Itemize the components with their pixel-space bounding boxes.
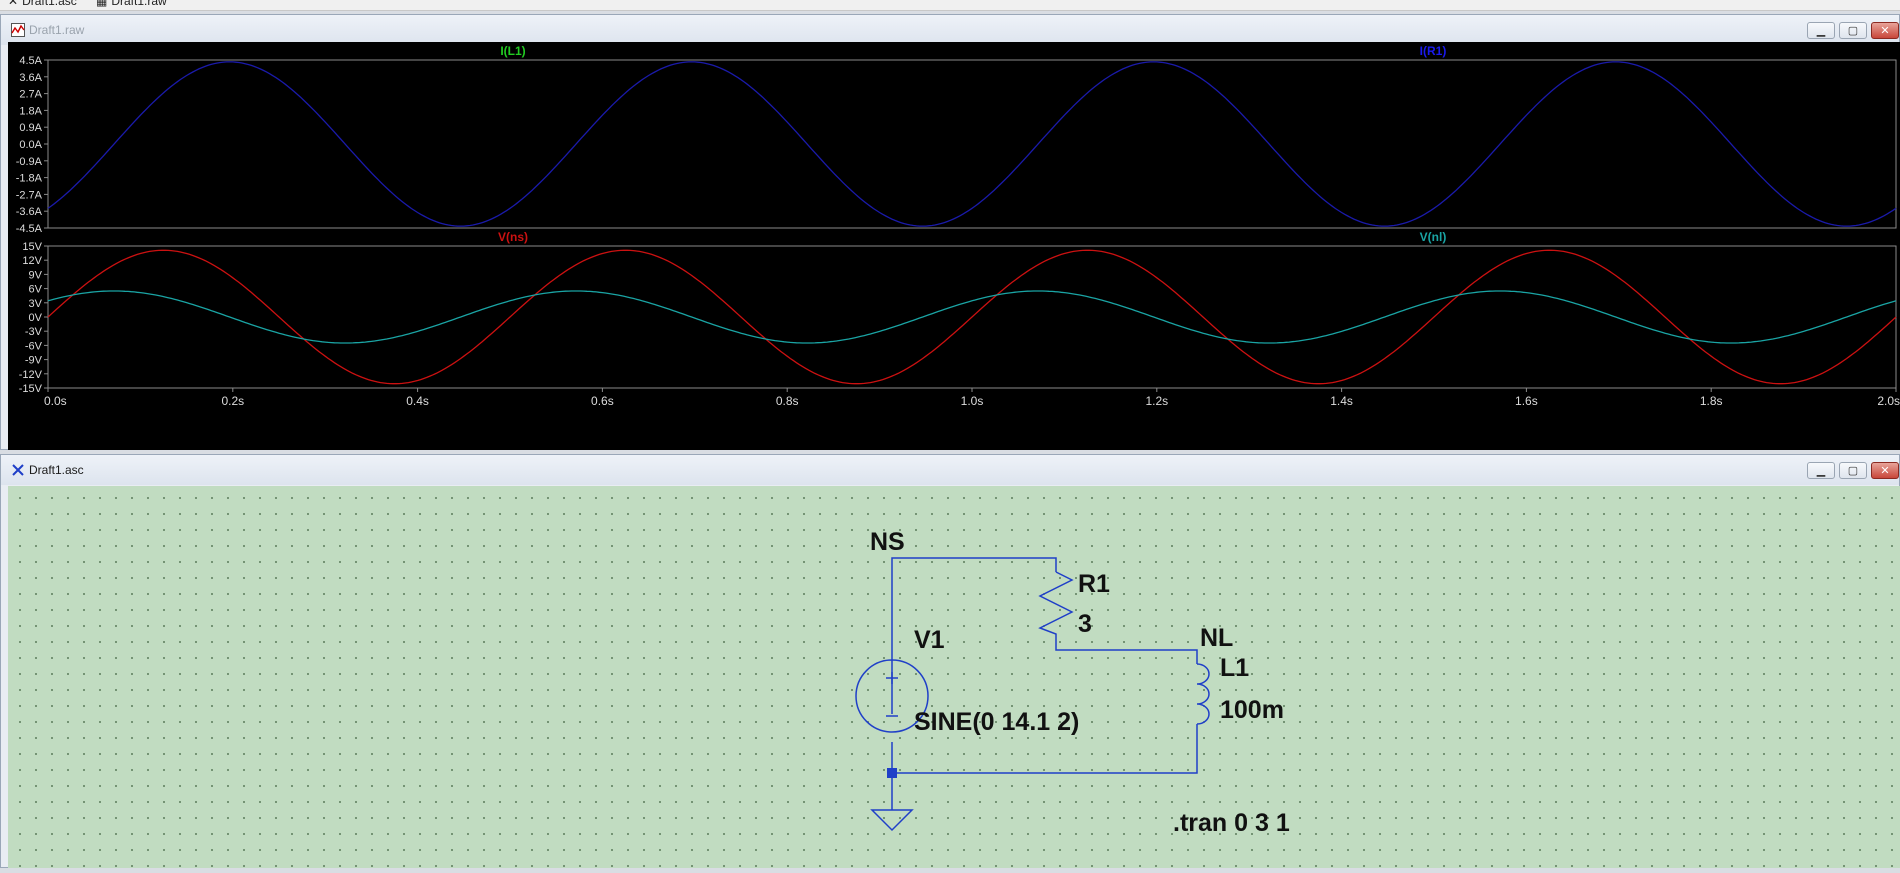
y-tick-label: -9V	[25, 355, 43, 367]
net-label-nl[interactable]: NL	[1200, 624, 1233, 652]
x-tick-label: 1.4s	[1330, 394, 1353, 408]
r1-value[interactable]: 3	[1078, 610, 1092, 638]
trace-label-il1[interactable]: I(L1)	[500, 44, 525, 58]
x-tick-label: 1.2s	[1145, 394, 1168, 408]
tab-waveform-label: Draft1.raw	[111, 0, 167, 8]
schematic-titlebar[interactable]: Draft1.asc ▁ ▢ ✕	[1, 455, 1899, 485]
l1-name[interactable]: L1	[1220, 654, 1249, 682]
y-tick-label: 6V	[29, 284, 43, 296]
resistor-r1[interactable]	[1038, 571, 1074, 640]
r1-name[interactable]: R1	[1078, 570, 1110, 598]
inductor-l1[interactable]	[1196, 663, 1210, 732]
maximize-button[interactable]: ▢	[1839, 22, 1867, 39]
minimize-button[interactable]: ▁	[1807, 22, 1835, 39]
minimize-button[interactable]: ▁	[1807, 462, 1835, 479]
waveform-window-controls: ▁ ▢ ✕	[1807, 22, 1899, 39]
y-tick-label: 3V	[29, 298, 43, 310]
trace-il1[interactable]	[47, 61, 1897, 227]
trace-vns[interactable]	[47, 249, 1897, 385]
wire-gnd[interactable]	[891, 732, 1198, 774]
waveform-plot-area[interactable]: 4.5A 3.6A 2.7A 1.8A 0.9A 0.0A -0.9A -1.8A -2.7A -…	[8, 42, 1900, 450]
maximize-button[interactable]: ▢	[1839, 462, 1867, 479]
tab-waveform[interactable]: ▦ Draft1.raw	[96, 0, 167, 8]
x-tick-label: 1.8s	[1700, 394, 1723, 408]
schematic-drawing[interactable]: NS R1 3 NL V1 SINE(0 14.1 2) L1 100m .tr…	[8, 486, 1900, 868]
l1-value[interactable]: 100m	[1220, 696, 1284, 724]
x-tick-label: 0.2s	[221, 394, 244, 408]
waveform-titlebar[interactable]: Draft1.raw ▁ ▢ ✕	[1, 15, 1899, 45]
y-tick-label: -6V	[25, 340, 43, 352]
x-tick-label: 0.0s	[44, 394, 67, 408]
x-tick-label: 0.6s	[591, 394, 614, 408]
y-tick-label: -1.8A	[16, 173, 43, 185]
schematic-window-controls: ▁ ▢ ✕	[1807, 462, 1899, 479]
y-tick-label: 3.6A	[19, 72, 42, 84]
y-tick-label: -2.7A	[16, 189, 43, 201]
waveform-icon: ▦	[96, 0, 108, 8]
schematic-icon: ✕	[8, 0, 19, 8]
ground-symbol[interactable]	[870, 809, 914, 832]
close-button[interactable]: ✕	[1871, 462, 1899, 479]
y-tick-label: 0V	[29, 312, 43, 324]
y-tick-label: 9V	[29, 269, 43, 281]
x-tick-label: 2.0s	[1877, 394, 1900, 408]
waveform-window-title: Draft1.raw	[29, 23, 85, 37]
y-tick-label: -0.9A	[16, 156, 43, 168]
y-tick-label: 2.7A	[19, 89, 42, 101]
y-tick-label: -4.5A	[16, 223, 43, 235]
plot-pane-currents[interactable]: 4.5A 3.6A 2.7A 1.8A 0.9A 0.0A -0.9A -1.8A -2.7A -…	[16, 44, 1897, 235]
net-label-ns[interactable]: NS	[870, 528, 905, 556]
plot-frame	[47, 59, 1897, 229]
v1-value[interactable]: SINE(0 14.1 2)	[914, 708, 1079, 736]
ground-junction[interactable]	[887, 768, 897, 778]
trace-label-ir1[interactable]: I(R1)	[1420, 44, 1447, 58]
tab-schematic[interactable]: ✕ Draft1.asc	[8, 0, 77, 8]
y-tick-label: 15V	[22, 241, 42, 253]
document-tab-strip: ✕ Draft1.asc ▦ Draft1.raw	[0, 0, 1900, 11]
x-tick-label: 0.4s	[406, 394, 429, 408]
plot-pane-voltages[interactable]: 15V 12V 9V 6V 3V 0V -3V -6V -9V -12V -15V0.0s 0.2s 0…	[19, 230, 1900, 408]
trace-label-vnl[interactable]: V(nl)	[1420, 230, 1447, 244]
v1-name[interactable]: V1	[914, 626, 945, 654]
y-tick-label: -15V	[19, 383, 43, 395]
y-tick-label: -3.6A	[16, 206, 43, 218]
waveform-window-icon	[11, 23, 25, 37]
tab-schematic-label: Draft1.asc	[22, 0, 77, 8]
schematic-canvas[interactable]: NS R1 3 NL V1 SINE(0 14.1 2) L1 100m .tr…	[8, 486, 1900, 868]
y-tick-label: -12V	[19, 369, 43, 381]
waveform-plot[interactable]: 4.5A 3.6A 2.7A 1.8A 0.9A 0.0A -0.9A -1.8A -2.7A -…	[8, 42, 1900, 450]
trace-label-vns[interactable]: V(ns)	[498, 230, 528, 244]
y-tick-label: 1.8A	[19, 105, 42, 117]
wire-nl[interactable]	[1055, 640, 1198, 664]
close-button[interactable]: ✕	[1871, 22, 1899, 39]
schematic-window-icon	[12, 464, 24, 476]
x-tick-label: 0.8s	[776, 394, 799, 408]
schematic-window-title: Draft1.asc	[29, 463, 84, 477]
x-tick-label: 1.0s	[961, 394, 984, 408]
y-tick-label: -3V	[25, 326, 43, 338]
y-tick-label: 12V	[22, 255, 42, 267]
x-tick-label: 1.6s	[1515, 394, 1538, 408]
y-tick-label: 0.9A	[19, 122, 42, 134]
y-tick-label: 4.5A	[19, 55, 42, 67]
spice-directive[interactable]: .tran 0 3 1	[1173, 809, 1290, 837]
y-tick-label: 0.0A	[19, 139, 42, 151]
